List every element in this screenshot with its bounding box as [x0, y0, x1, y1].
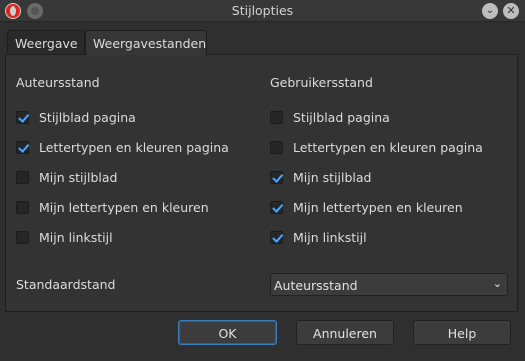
user-option-row[interactable]: Stijlblad pagina — [270, 109, 390, 125]
checkbox-label: Lettertypen en kleuren pagina — [293, 139, 483, 155]
checkbox-label: Mijn stijlblad — [39, 169, 118, 185]
checkbox[interactable] — [270, 200, 283, 214]
checkbox-label: Mijn linkstijl — [293, 229, 367, 245]
tab-weergave[interactable]: Weergave — [7, 30, 85, 55]
author-mode-heading: Auteursstand — [16, 75, 100, 90]
user-option-row[interactable]: Lettertypen en kleuren pagina — [270, 139, 483, 155]
checkbox[interactable] — [16, 200, 29, 214]
chevron-down-icon: ⌄ — [492, 277, 502, 290]
user-option-row[interactable]: Mijn stijlblad — [270, 169, 371, 185]
checkbox-label: Mijn lettertypen en kleuren — [39, 199, 209, 215]
default-mode-select[interactable]: Auteursstand ⌄ — [270, 273, 508, 296]
author-option-row[interactable]: Mijn linkstijl — [16, 229, 113, 245]
user-mode-heading: Gebruikersstand — [270, 75, 373, 90]
ok-button[interactable]: OK — [178, 320, 277, 345]
checkbox-label: Lettertypen en kleuren pagina — [39, 139, 229, 155]
author-option-row[interactable]: Mijn stijlblad — [16, 169, 117, 185]
checkbox-label: Mijn lettertypen en kleuren — [293, 199, 463, 215]
default-mode-value: Auteursstand — [274, 278, 358, 293]
checkbox-label: Mijn stijlblad — [293, 169, 372, 185]
checkbox[interactable] — [16, 230, 29, 244]
checkbox[interactable] — [270, 140, 283, 154]
user-option-row[interactable]: Mijn lettertypen en kleuren — [270, 199, 463, 215]
close-icon[interactable]: ✕ — [503, 3, 519, 19]
checkbox-label: Stijlblad pagina — [39, 109, 136, 125]
checkbox[interactable] — [270, 230, 283, 244]
author-option-row[interactable]: Mijn lettertypen en kleuren — [16, 199, 209, 215]
help-button[interactable]: Help — [413, 320, 511, 345]
checkbox-label: Mijn linkstijl — [39, 229, 113, 245]
author-option-row[interactable]: Stijlblad pagina — [16, 109, 136, 125]
title-bar: Stijlopties ⌄ ✕ — [0, 0, 525, 22]
checkbox[interactable] — [270, 110, 283, 124]
checkbox[interactable] — [16, 110, 29, 124]
tab-weergavestanden[interactable]: Weergavestanden — [85, 30, 207, 55]
default-mode-label: Standaardstand — [16, 277, 116, 292]
minimize-chevron-icon[interactable]: ⌄ — [482, 3, 498, 19]
checkbox[interactable] — [270, 170, 283, 184]
author-option-row[interactable]: Lettertypen en kleuren pagina — [16, 139, 229, 155]
window-title: Stijlopties — [231, 3, 294, 18]
user-option-row[interactable]: Mijn linkstijl — [270, 229, 367, 245]
checkbox[interactable] — [16, 170, 29, 184]
checkbox-label: Stijlblad pagina — [293, 109, 390, 125]
checkbox[interactable] — [16, 140, 29, 154]
cancel-button[interactable]: Annuleren — [296, 320, 394, 345]
